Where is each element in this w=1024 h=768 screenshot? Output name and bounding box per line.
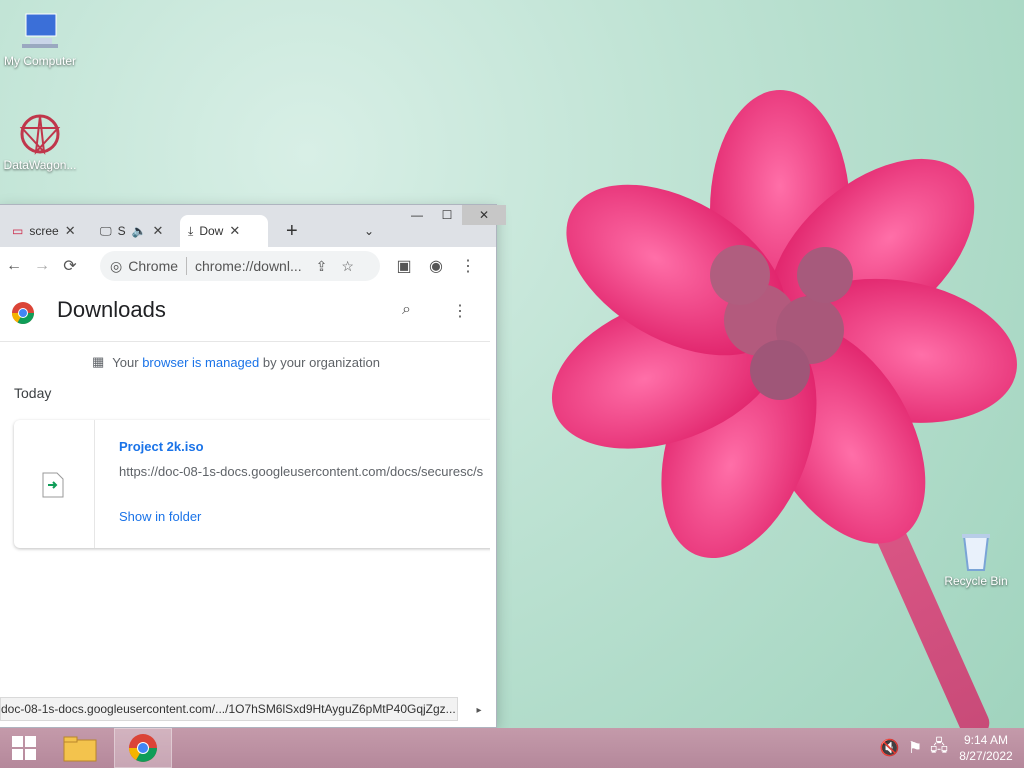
tab-settings[interactable]: 🖵 S 🔈 ✕	[92, 215, 176, 247]
page-title: Downloads	[57, 297, 166, 322]
volume-muted-icon[interactable]: 🔇	[880, 738, 900, 758]
download-item: Project 2k.iso https://doc-08-1s-docs.go…	[14, 420, 490, 548]
close-window-button[interactable]: ✕	[462, 205, 506, 225]
clock[interactable]: 9:14 AM 8/27/2022	[956, 732, 1016, 764]
maximize-button[interactable]: ☐	[432, 205, 462, 225]
side-panel-button[interactable]: ▣	[390, 252, 418, 280]
desktop-icon-recycle-bin[interactable]: Recycle Bin	[936, 528, 1016, 588]
tab-screenshot[interactable]: ▭ scree ✕	[4, 215, 88, 247]
reload-button[interactable]: ⟳	[56, 252, 84, 280]
toolbar: ← → ⟳ ◎ Chrome chrome://downl... ⇪ ☆ ▣ ◉…	[0, 247, 496, 285]
chrome-logo-small-icon: ◎	[110, 257, 123, 274]
chevron-down-icon: ⌄	[364, 224, 375, 238]
managed-prefix: Your	[112, 354, 143, 370]
address-separator	[186, 257, 188, 275]
desktop-icon-label: My Computer	[3, 54, 77, 68]
search-icon[interactable]: ⌕	[402, 301, 411, 319]
close-tab-icon[interactable]: ✕	[65, 223, 76, 239]
folder-icon	[63, 736, 97, 762]
tab-label: S	[117, 224, 126, 238]
share-icon[interactable]: ⇪	[316, 258, 328, 275]
downloads-header: Downloads ⌕ ⋮	[0, 285, 490, 342]
computer-icon	[18, 8, 62, 52]
monitor-icon: 🖵	[100, 223, 112, 238]
screenshot-icon: ▭	[12, 224, 24, 238]
download-icon: ⤓	[188, 223, 194, 238]
window-controls: — ☐ ✕	[402, 205, 506, 225]
profile-icon[interactable]: ◉	[422, 252, 450, 280]
forward-button[interactable]: →	[28, 252, 56, 280]
managed-link[interactable]: browser is managed	[142, 355, 259, 370]
scroll-right-arrow[interactable]: ▸	[470, 701, 488, 719]
status-bubble: doc-08-1s-docs.googleusercontent.com/...…	[0, 697, 458, 721]
datawagon-icon	[18, 112, 62, 156]
desktop-icon-label: DataWagon...	[3, 158, 77, 172]
address-url: chrome://downl...	[195, 258, 302, 274]
address-bar[interactable]: ◎ Chrome chrome://downl... ⇪ ☆	[100, 251, 380, 281]
close-tab-icon[interactable]: ✕	[153, 223, 164, 239]
tab-label: Dow	[199, 224, 224, 238]
action-center-flag-icon[interactable]: ⚑	[908, 738, 922, 758]
downloads-page: Downloads ⌕ ⋮ ▦ Your browser is managed …	[0, 285, 490, 701]
section-date: Today	[14, 385, 52, 401]
speaker-icon: 🔈	[131, 224, 147, 238]
menu-kebab-icon[interactable]: ⋮	[454, 252, 482, 280]
bookmark-star-icon[interactable]: ☆	[341, 258, 354, 275]
file-icon	[42, 472, 64, 498]
chrome-taskbar-button[interactable]	[114, 728, 172, 768]
chrome-window: ▭ scree ✕ 🖵 S 🔈 ✕ ⤓ Dow ✕ + ⌄ — ☐ ✕ ← → …	[0, 205, 506, 727]
recycle-bin-icon	[954, 528, 998, 572]
chrome-icon	[129, 734, 157, 762]
chrome-logo-icon	[12, 302, 34, 324]
tab-label: scree	[29, 224, 59, 238]
tab-search-button[interactable]: ⌄	[356, 215, 384, 247]
file-url[interactable]: https://doc-08-1s-docs.googleusercontent…	[119, 464, 483, 479]
file-explorer-button[interactable]	[58, 728, 102, 768]
show-in-folder-link[interactable]: Show in folder	[119, 509, 201, 524]
clock-date: 8/27/2022	[959, 749, 1013, 763]
tab-strip: ▭ scree ✕ 🖵 S 🔈 ✕ ⤓ Dow ✕ + ⌄ — ☐ ✕	[0, 205, 506, 247]
desktop-icon-label: Recycle Bin	[944, 574, 1008, 588]
minimize-button[interactable]: —	[402, 205, 432, 225]
managed-notice: ▦ Your browser is managed by your organi…	[92, 354, 380, 370]
managed-suffix: by your organization	[259, 354, 380, 370]
start-button[interactable]	[2, 728, 46, 768]
taskbar: 🔇 ⚑ 🖧 9:14 AM 8/27/2022	[0, 728, 1024, 768]
new-tab-button[interactable]: +	[278, 215, 306, 247]
managed-text: Your browser is managed by your organiza…	[112, 355, 380, 370]
item-divider	[94, 420, 95, 548]
file-name-link[interactable]: Project 2k.iso	[119, 439, 204, 454]
desktop-icon-my-computer[interactable]: My Computer	[0, 8, 80, 68]
desktop-icon-datawagon[interactable]: DataWagon...	[0, 112, 80, 172]
network-icon[interactable]: 🖧	[930, 735, 948, 762]
tab-downloads[interactable]: ⤓ Dow ✕	[180, 215, 268, 247]
status-url: doc-08-1s-docs.googleusercontent.com/...…	[1, 702, 456, 716]
clock-time: 9:14 AM	[963, 733, 1009, 747]
back-button[interactable]: ←	[0, 252, 28, 280]
building-icon: ▦	[92, 354, 105, 369]
windows-logo-icon	[12, 736, 36, 760]
address-scheme: Chrome	[128, 258, 179, 274]
more-options-icon[interactable]: ⋮	[452, 301, 468, 321]
close-tab-icon[interactable]: ✕	[229, 223, 240, 239]
system-tray: 🔇 ⚑ 🖧 9:14 AM 8/27/2022	[880, 728, 1016, 768]
